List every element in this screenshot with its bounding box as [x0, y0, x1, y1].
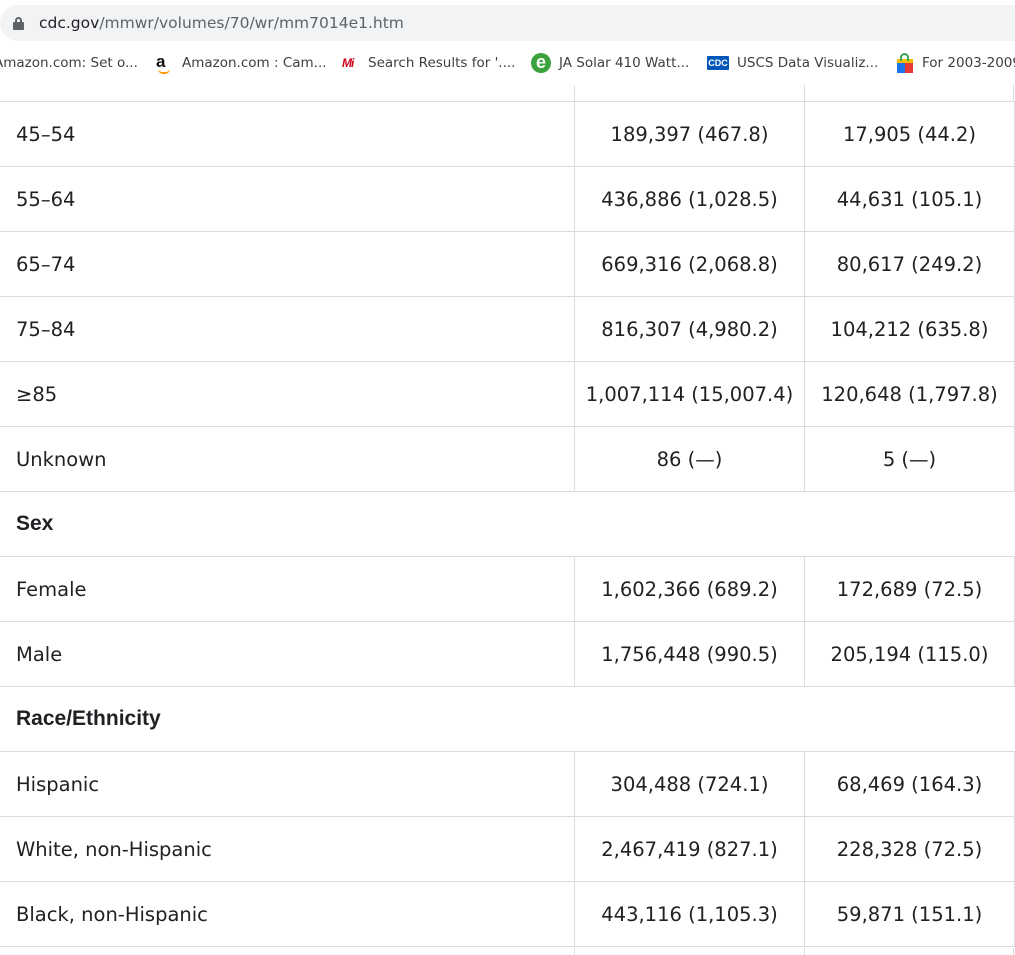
address-bar[interactable]: cdc.gov/mmwr/volumes/70/wr/mm7014e1.htm	[0, 5, 1015, 41]
bookmark-uscs[interactable]: CDC USCS Data Visualiz...	[707, 53, 878, 73]
cell-deaths: 59,871 (151.1)	[804, 882, 1015, 946]
cell-cases: 1,007,114 (15,007.4)	[574, 362, 804, 426]
cell-cases: 86 (—)	[574, 427, 804, 491]
cell-deaths: 228,328 (72.5)	[804, 817, 1015, 881]
table-row: Male 1,756,448 (990.5) 205,194 (115.0)	[0, 622, 1015, 687]
table-row: 65–74 669,316 (2,068.8) 80,617 (249.2)	[0, 232, 1015, 297]
table-row: Black, non-Hispanic 443,116 (1,105.3) 59…	[0, 882, 1015, 947]
browser-chrome: cdc.gov/mmwr/volumes/70/wr/mm7014e1.htm …	[0, 0, 1015, 85]
cell-cases: 1,756,448 (990.5)	[574, 622, 804, 686]
bookmark-search-results[interactable]: Mi Search Results for '....	[342, 53, 515, 73]
table-row: 75–84 816,307 (4,980.2) 104,212 (635.8)	[0, 297, 1015, 362]
bookmark-label: Search Results for '....	[368, 55, 516, 71]
table-row: 55–64 436,886 (1,028.5) 44,631 (105.1)	[0, 167, 1015, 232]
table-row: ≥85 1,007,114 (15,007.4) 120,648 (1,797.…	[0, 362, 1015, 427]
table-row: Unknown 86 (—) 5 (—)	[0, 427, 1015, 492]
cell-cases: 1,602,366 (689.2)	[574, 557, 804, 621]
url-text[interactable]: cdc.gov/mmwr/volumes/70/wr/mm7014e1.htm	[39, 13, 404, 33]
row-label: Hispanic	[16, 772, 100, 796]
bookmark-label: JA Solar 410 Watt...	[559, 55, 690, 71]
table-row: Female 1,602,366 (689.2) 172,689 (72.5)	[0, 557, 1015, 622]
data-table: 45–54 189,397 (467.8) 17,905 (44.2) 55–6…	[0, 85, 1015, 955]
cell-deaths: 80,617 (249.2)	[804, 232, 1015, 296]
url-domain: cdc.gov	[39, 14, 100, 32]
cell-deaths: 5 (—)	[804, 427, 1015, 491]
lock-icon[interactable]	[13, 17, 24, 30]
section-header-sex: Sex	[0, 492, 1015, 557]
bookmarks-bar: Amazon.com: Set o... a Amazon.com : Cam.…	[0, 48, 1015, 78]
cell-cases: 304,488 (724.1)	[574, 752, 804, 816]
row-label: 45–54	[16, 122, 76, 146]
table-row-partial-bottom	[0, 948, 1015, 955]
table-row: 45–54 189,397 (467.8) 17,905 (44.2)	[0, 102, 1015, 167]
bookmark-label: Amazon.com: Set o...	[0, 55, 138, 71]
bookmark-label: Amazon.com : Cam...	[182, 55, 327, 71]
row-label: 75–84	[16, 317, 76, 341]
bookmark-amazon-set[interactable]: Amazon.com: Set o...	[0, 53, 138, 73]
row-label: Female	[16, 577, 87, 601]
bookmark-amazon-cam[interactable]: a Amazon.com : Cam...	[156, 53, 327, 74]
cell-cases: 443,116 (1,105.3)	[574, 882, 804, 946]
cell-cases: 436,886 (1,028.5)	[574, 167, 804, 231]
mi-icon: Mi	[342, 56, 354, 70]
table-row: Hispanic 304,488 (724.1) 68,469 (164.3)	[0, 752, 1015, 817]
row-label: Male	[16, 642, 63, 666]
section-label: Race/Ethnicity	[16, 707, 161, 730]
row-label: 65–74	[16, 252, 76, 276]
cdc-icon: CDC	[707, 56, 729, 70]
table-row-partial-top	[0, 85, 1015, 102]
row-label: White, non-Hispanic	[16, 837, 212, 861]
cell-deaths: 44,631 (105.1)	[804, 167, 1015, 231]
cell-deaths: 205,194 (115.0)	[804, 622, 1015, 686]
bookmark-2003-2009[interactable]: For 2003-2009	[896, 53, 1015, 73]
row-label: Black, non-Hispanic	[16, 902, 208, 926]
bookmark-label: USCS Data Visualiz...	[737, 55, 879, 71]
cell-cases: 669,316 (2,068.8)	[574, 232, 804, 296]
bookmark-label: For 2003-2009	[922, 55, 1015, 71]
row-label: ≥85	[16, 382, 58, 406]
table-row: White, non-Hispanic 2,467,419 (827.1) 22…	[0, 817, 1015, 882]
bookmark-ja-solar[interactable]: e JA Solar 410 Watt...	[531, 53, 689, 73]
row-label: Unknown	[16, 447, 107, 471]
edge-e-icon: e	[531, 53, 551, 73]
section-header-race-ethnicity: Race/Ethnicity	[0, 687, 1015, 752]
row-label: 55–64	[16, 187, 76, 211]
cell-cases: 189,397 (467.8)	[574, 102, 804, 166]
cell-deaths: 68,469 (164.3)	[804, 752, 1015, 816]
cell-deaths: 104,212 (635.8)	[804, 297, 1015, 361]
cell-cases: 2,467,419 (827.1)	[574, 817, 804, 881]
cell-deaths: 172,689 (72.5)	[804, 557, 1015, 621]
url-path: /mmwr/volumes/70/wr/mm7014e1.htm	[99, 14, 404, 32]
cell-deaths: 120,648 (1,797.8)	[804, 362, 1015, 426]
cell-deaths: 17,905 (44.2)	[804, 102, 1015, 166]
cell-cases: 816,307 (4,980.2)	[574, 297, 804, 361]
shopping-bag-icon	[896, 53, 914, 73]
amazon-icon: a	[156, 53, 174, 74]
section-label: Sex	[16, 512, 54, 535]
